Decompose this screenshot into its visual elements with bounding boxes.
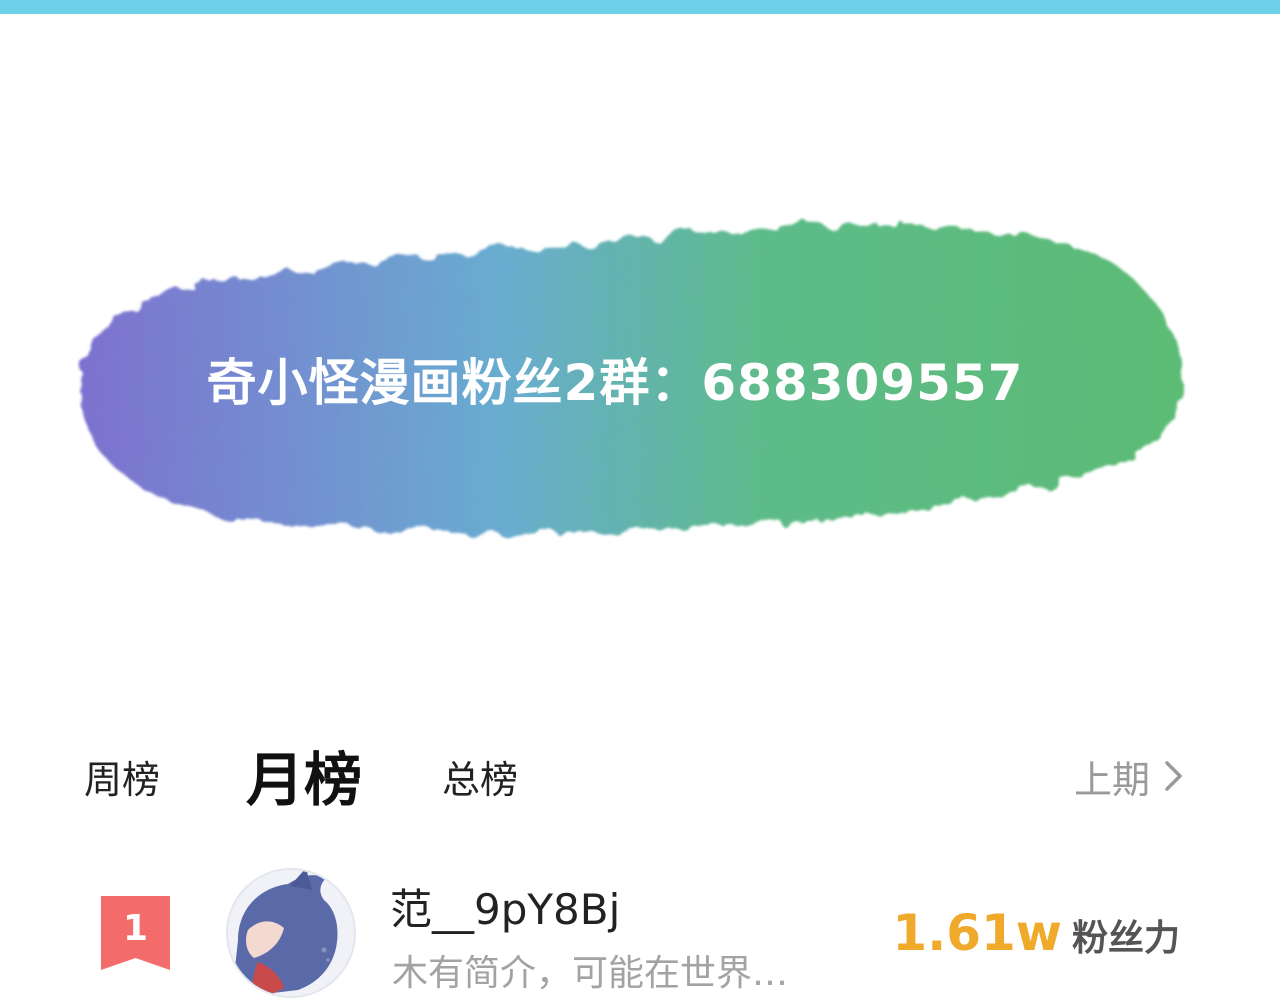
tab-week[interactable]: 周榜 — [84, 730, 160, 830]
avatar[interactable] — [226, 868, 356, 998]
tab-month[interactable]: 月榜 — [246, 730, 362, 830]
rank-badge: 1 — [101, 896, 170, 970]
fan-group-banner: 奇小怪漫画粉丝2群：688309557 — [70, 205, 1240, 545]
tab-total[interactable]: 总榜 — [442, 730, 518, 830]
user-name[interactable]: 范__9pY8Bj — [390, 876, 620, 937]
ranking-row[interactable]: 1 范__9pY8Bj 木有简介，可能在世界… 1.61w 粉丝力 — [0, 860, 1280, 1000]
top-border — [0, 0, 1280, 14]
fans-power: 1.61w 粉丝力 — [892, 904, 1180, 962]
previous-period-label: 上期 — [1073, 758, 1150, 802]
fans-power-label: 粉丝力 — [1071, 918, 1180, 959]
fan-group-text: 奇小怪漫画粉丝2群：688309557 — [206, 354, 1024, 412]
fans-power-value: 1.61w — [892, 904, 1062, 962]
chevron-right-icon — [1164, 732, 1184, 832]
user-bio: 木有简介，可能在世界… — [392, 953, 789, 994]
ranking-tabs: 周榜 月榜 总榜 上期 — [0, 730, 1280, 830]
previous-period-link[interactable]: 上期 — [1074, 730, 1184, 830]
rank-number: 1 — [122, 908, 149, 949]
